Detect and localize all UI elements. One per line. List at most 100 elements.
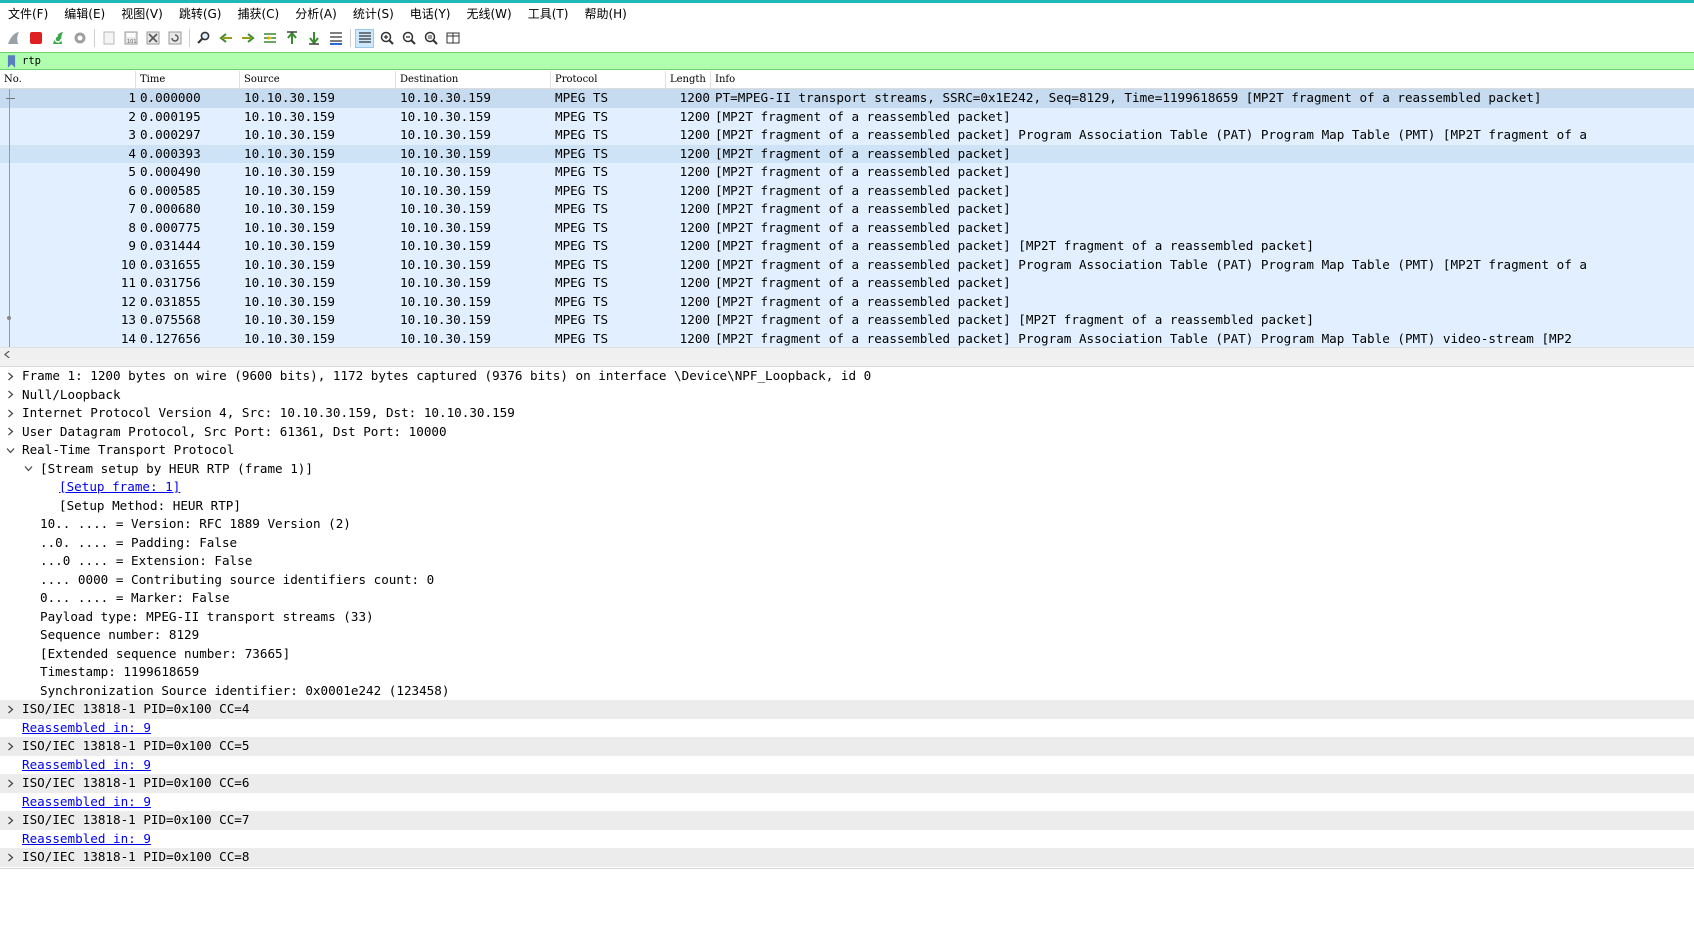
chevron-down-icon[interactable] [4, 441, 16, 460]
menu-item-1[interactable]: 编辑(E) [56, 3, 113, 25]
close-file-icon[interactable] [143, 29, 162, 48]
detail-link[interactable]: Reassembled in: 9 [22, 756, 151, 775]
detail-row[interactable]: Reassembled in: 9 [0, 793, 1694, 812]
scroll-left-arrow-icon[interactable] [2, 348, 12, 360]
column-header-no[interactable]: No. [0, 71, 136, 88]
menu-item-8[interactable]: 无线(W) [459, 3, 520, 25]
column-header-source[interactable]: Source [240, 71, 396, 88]
chevron-down-icon[interactable] [22, 460, 34, 479]
find-icon[interactable] [194, 29, 213, 48]
packet-row[interactable]: 7 0.000680 10.10.30.159 10.10.30.159 MPEG TS… [0, 200, 1694, 219]
menu-item-7[interactable]: 电话(Y) [402, 3, 459, 25]
menu-item-4[interactable]: 捕获(C) [229, 3, 287, 25]
menu-item-5[interactable]: 分析(A) [287, 3, 345, 25]
chevron-right-icon[interactable] [4, 737, 16, 756]
chevron-right-icon[interactable] [4, 848, 16, 867]
pane-splitter[interactable] [0, 360, 1694, 367]
go-back-icon[interactable] [216, 29, 235, 48]
detail-row[interactable]: 0... .... = Marker: False [0, 589, 1694, 608]
packet-row[interactable]: 1 0.000000 10.10.30.159 10.10.30.159 MPEG TS… [0, 89, 1694, 108]
menu-item-10[interactable]: 帮助(H) [576, 3, 634, 25]
detail-row[interactable]: Synchronization Source identifier: 0x000… [0, 682, 1694, 701]
chevron-right-icon[interactable] [4, 404, 16, 423]
packet-row[interactable]: 4 0.000393 10.10.30.159 10.10.30.159 MPEG TS… [0, 144, 1694, 163]
detail-row[interactable]: ISO/IEC 13818-1 PID=0x100 CC=5 [0, 737, 1694, 756]
menu-item-2[interactable]: 视图(V) [113, 3, 171, 25]
detail-row[interactable]: ISO/IEC 13818-1 PID=0x100 CC=8 [0, 848, 1694, 867]
detail-row[interactable]: ISO/IEC 13818-1 PID=0x100 CC=4 [0, 700, 1694, 719]
menu-item-3[interactable]: 跳转(G) [171, 3, 230, 25]
packet-row[interactable]: 9 0.031444 10.10.30.159 10.10.30.159 MPEG TS… [0, 237, 1694, 256]
detail-row[interactable]: Sequence number: 8129 [0, 626, 1694, 645]
packet-row[interactable]: 14 0.127656 10.10.30.159 10.10.30.159 MPEG T… [0, 329, 1694, 347]
detail-row[interactable]: Internet Protocol Version 4, Src: 10.10.… [0, 404, 1694, 423]
reload-icon[interactable] [165, 29, 184, 48]
detail-row[interactable]: ...0 .... = Extension: False [0, 552, 1694, 571]
menu-item-9[interactable]: 工具(T) [520, 3, 577, 25]
column-header-time[interactable]: Time [136, 71, 240, 88]
detail-row[interactable]: .... 0000 = Contributing source identifi… [0, 571, 1694, 590]
display-filter-input[interactable] [22, 54, 1622, 68]
detail-row[interactable]: [Extended sequence number: 73665] [0, 645, 1694, 664]
packet-row[interactable]: 2 0.000195 10.10.30.159 10.10.30.159 MPEG TS… [0, 107, 1694, 126]
chevron-right-icon[interactable] [4, 774, 16, 793]
auto-scroll-icon[interactable] [326, 29, 345, 48]
packet-row[interactable]: 12 0.031855 10.10.30.159 10.10.30.159 MPEG T… [0, 292, 1694, 311]
detail-row[interactable]: Null/Loopback [0, 386, 1694, 405]
detail-link[interactable]: [Setup frame: 1] [59, 478, 180, 497]
detail-link[interactable]: Reassembled in: 9 [22, 793, 151, 812]
zoom-out-icon[interactable] [399, 29, 418, 48]
detail-row[interactable]: Real-Time Transport Protocol [0, 441, 1694, 460]
menu-item-0[interactable]: 文件(F) [0, 3, 56, 25]
detail-row[interactable]: Reassembled in: 9 [0, 830, 1694, 849]
restart-icon[interactable] [48, 29, 67, 48]
packet-row[interactable]: 6 0.000585 10.10.30.159 10.10.30.159 MPEG TS… [0, 181, 1694, 200]
detail-row[interactable]: [Stream setup by HEUR RTP (frame 1)] [0, 460, 1694, 479]
detail-row[interactable]: ..0. .... = Padding: False [0, 534, 1694, 553]
packet-row[interactable]: 3 0.000297 10.10.30.159 10.10.30.159 MPEG TS… [0, 126, 1694, 145]
packet-row[interactable]: 10 0.031655 10.10.30.159 10.10.30.159 MPEG T… [0, 255, 1694, 274]
detail-row[interactable]: Timestamp: 1199618659 [0, 663, 1694, 682]
chevron-right-icon[interactable] [4, 386, 16, 405]
chevron-right-icon[interactable] [4, 423, 16, 442]
packet-row[interactable]: 5 0.000490 10.10.30.159 10.10.30.159 MPEG TS… [0, 163, 1694, 182]
column-header-destination[interactable]: Destination [396, 71, 551, 88]
column-header-info[interactable]: Info [711, 71, 1694, 88]
shark-fin-start-icon[interactable] [4, 29, 23, 48]
chevron-right-icon[interactable] [4, 700, 16, 719]
open-file-icon[interactable] [99, 29, 118, 48]
zoom-in-icon[interactable] [377, 29, 396, 48]
menu-item-6[interactable]: 统计(S) [345, 3, 402, 25]
chevron-right-icon[interactable] [4, 367, 16, 386]
column-header-length[interactable]: Length [666, 71, 711, 88]
last-packet-icon[interactable] [304, 29, 323, 48]
column-header-protocol[interactable]: Protocol [551, 71, 666, 88]
detail-row[interactable]: Frame 1: 1200 bytes on wire (9600 bits),… [0, 367, 1694, 386]
zoom-normal-icon[interactable] [421, 29, 440, 48]
packet-row[interactable]: 8 0.000775 10.10.30.159 10.10.30.159 MPEG TS… [0, 218, 1694, 237]
detail-row[interactable]: ISO/IEC 13818-1 PID=0x100 CC=7 [0, 811, 1694, 830]
detail-row[interactable]: User Datagram Protocol, Src Port: 61361,… [0, 423, 1694, 442]
resize-columns-icon[interactable] [443, 29, 462, 48]
capture-options-icon[interactable] [70, 29, 89, 48]
packet-list-horizontal-scrollbar[interactable] [0, 347, 1694, 360]
save-file-icon[interactable]: 101 [121, 29, 140, 48]
detail-row[interactable]: [Setup Method: HEUR RTP] [0, 497, 1694, 516]
packet-row[interactable]: 11 0.031756 10.10.30.159 10.10.30.159 MPEG T… [0, 274, 1694, 293]
detail-row[interactable]: Reassembled in: 9 [0, 719, 1694, 738]
detail-link[interactable]: Reassembled in: 9 [22, 719, 151, 738]
chevron-right-icon[interactable] [4, 811, 16, 830]
go-forward-icon[interactable] [238, 29, 257, 48]
detail-row[interactable]: 10.. .... = Version: RFC 1889 Version (2… [0, 515, 1694, 534]
filter-bookmark-icon[interactable] [4, 54, 18, 68]
first-packet-icon[interactable] [282, 29, 301, 48]
detail-link[interactable]: Reassembled in: 9 [22, 830, 151, 849]
stop-icon[interactable] [26, 29, 45, 48]
detail-row[interactable]: ISO/IEC 13818-1 PID=0x100 CC=6 [0, 774, 1694, 793]
packet-row[interactable]: 13 0.075568 10.10.30.159 10.10.30.159 MPEG T… [0, 311, 1694, 330]
colorize-icon[interactable] [355, 28, 374, 48]
go-to-packet-icon[interactable] [260, 29, 279, 48]
detail-row[interactable]: Payload type: MPEG-II transport streams … [0, 608, 1694, 627]
detail-row[interactable]: Reassembled in: 9 [0, 756, 1694, 775]
detail-row[interactable]: [Setup frame: 1] [0, 478, 1694, 497]
